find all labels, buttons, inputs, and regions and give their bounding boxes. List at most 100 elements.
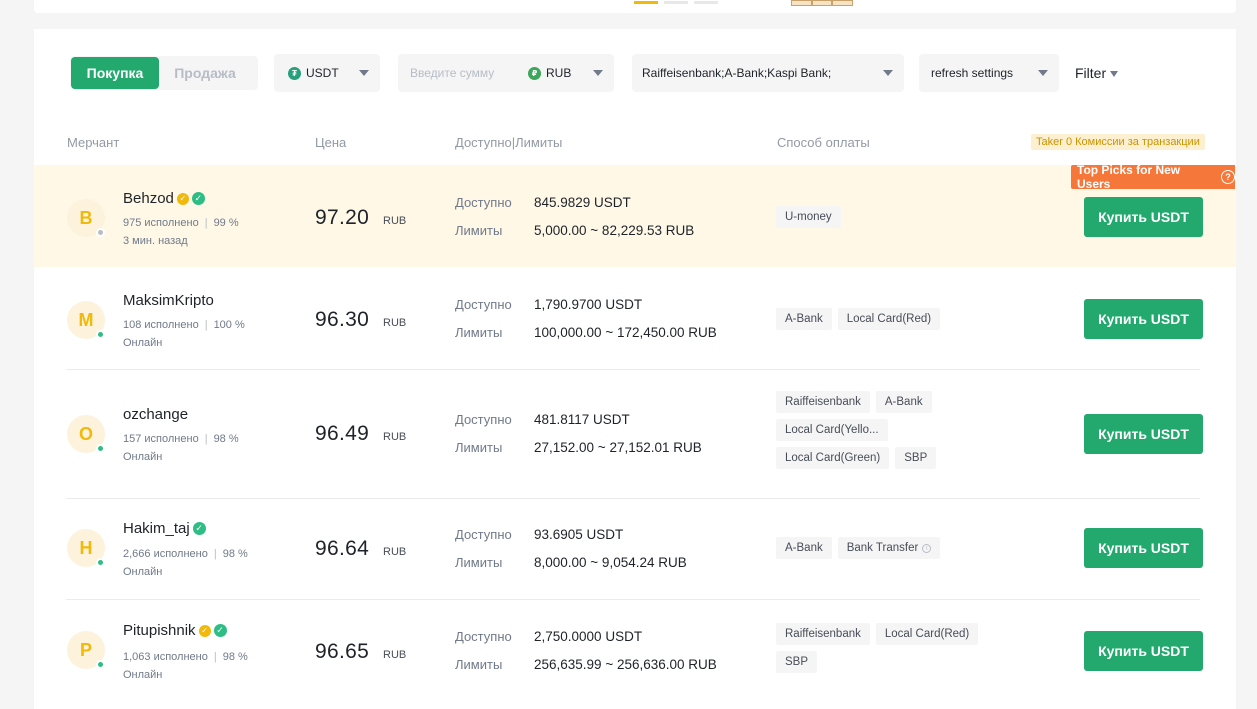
crypto-select-value: USDT bbox=[306, 66, 339, 80]
price-value: 96.49 bbox=[315, 422, 370, 445]
payment-tag: SBP bbox=[776, 651, 818, 673]
merchant-stats: 2,666 исполнено | 98 % bbox=[123, 548, 248, 560]
limits-value: 256,635.99 ~ 256,636.00 RUB bbox=[534, 657, 717, 672]
fiat-select[interactable]: ₽ RUB bbox=[528, 66, 571, 80]
limits-label: Лимиты bbox=[455, 440, 503, 455]
chevron-down-icon[interactable] bbox=[593, 70, 603, 76]
buy-usdt-button[interactable]: Купить USDT bbox=[1084, 414, 1203, 454]
payment-tag: A-Bank bbox=[776, 537, 832, 559]
status-dot bbox=[96, 444, 105, 453]
merchant-status: 3 мин. назад bbox=[123, 235, 188, 247]
payment-tag: U-money bbox=[776, 206, 841, 228]
buy-usdt-button[interactable]: Купить USDT bbox=[1084, 528, 1203, 568]
table-row: M MaksimKripto 108 исполнено | 100 % Онлай… bbox=[34, 267, 1236, 369]
merchant-status: Онлайн bbox=[123, 566, 163, 578]
shield-check-icon: ✓ bbox=[191, 192, 205, 205]
carousel-dots[interactable] bbox=[634, 1, 718, 4]
status-dot bbox=[96, 660, 105, 669]
merchant-name[interactable]: MaksimKripto bbox=[123, 292, 214, 309]
merchant-name-text[interactable]: ozchange bbox=[123, 406, 188, 423]
table-row: P Pitupishnik ✓ ✓ 1,063 исполнено | 98 % О… bbox=[34, 600, 1236, 705]
header-payment-method: Способ оплаты bbox=[777, 135, 870, 150]
avatar[interactable]: O bbox=[67, 415, 105, 453]
available-label: Доступно bbox=[455, 527, 512, 542]
verified-merchant-icon: ✓ bbox=[176, 192, 189, 205]
merchant-name[interactable]: Hakim_taj ✓ bbox=[123, 520, 206, 537]
top-picks-label: Top Picks for New Users bbox=[1077, 163, 1181, 191]
carousel-dot[interactable] bbox=[694, 1, 718, 4]
price-currency: RUB bbox=[383, 215, 407, 227]
p2p-panel: Покупка Продажа ₮ USDT ₽ RUB Raiffeisenb… bbox=[34, 29, 1236, 709]
trade-side-toggle: Покупка Продажа bbox=[70, 56, 258, 90]
status-dot bbox=[96, 330, 105, 339]
refresh-select-value: refresh settings bbox=[931, 66, 1014, 80]
chevron-down-icon bbox=[883, 70, 893, 76]
merchant-name[interactable]: ozchange bbox=[123, 406, 188, 423]
help-icon[interactable]: ? bbox=[1221, 170, 1235, 184]
payment-tag: SBP bbox=[895, 447, 937, 469]
payment-tag: Local Card(Red) bbox=[837, 308, 941, 330]
price-value: 97.20 bbox=[315, 206, 370, 229]
payment-methods: Raiffeisenbank Local Card(Red) SBP bbox=[776, 623, 996, 673]
payment-tag: Raiffeisenbank bbox=[776, 391, 870, 413]
carousel-dot[interactable] bbox=[664, 1, 688, 4]
available-value: 481.8117 USDT bbox=[534, 412, 630, 427]
banner-thumbnail bbox=[791, 0, 854, 6]
buy-usdt-button[interactable]: Купить USDT bbox=[1084, 197, 1203, 237]
carousel-dot[interactable] bbox=[634, 1, 658, 4]
payment-bank-select[interactable]: Raiffeisenbank;A-Bank;Kaspi Bank; bbox=[632, 54, 904, 92]
avatar[interactable]: H bbox=[67, 529, 105, 567]
payment-tag: Local Card(Red) bbox=[875, 623, 979, 645]
price-value: 96.64 bbox=[315, 537, 370, 560]
buy-usdt-button[interactable]: Купить USDT bbox=[1084, 299, 1203, 339]
info-icon[interactable]: i bbox=[922, 543, 932, 553]
buy-usdt-button[interactable]: Купить USDT bbox=[1084, 631, 1203, 671]
sell-tab[interactable]: Продажа bbox=[161, 57, 249, 89]
merchant-name-text[interactable]: MaksimKripto bbox=[123, 292, 214, 309]
merchant-name-text[interactable]: Pitupishnik bbox=[123, 622, 196, 639]
merchant-stats: 975 исполнено | 99 % bbox=[123, 217, 239, 229]
caret-down-icon bbox=[1110, 70, 1119, 77]
status-dot bbox=[96, 228, 105, 237]
buy-tab[interactable]: Покупка bbox=[71, 57, 159, 89]
merchant-name-text[interactable]: Behzod bbox=[123, 190, 174, 207]
refresh-select[interactable]: refresh settings bbox=[919, 54, 1059, 92]
shield-check-icon: ✓ bbox=[192, 522, 206, 535]
rub-icon: ₽ bbox=[528, 66, 541, 80]
payment-methods: A-Bank Bank Transfer i bbox=[776, 537, 1006, 559]
top-strip bbox=[34, 0, 1236, 13]
payment-tag: Local Card(Green) bbox=[776, 447, 890, 469]
payment-tag: A-Bank bbox=[875, 391, 932, 413]
price-value: 96.65 bbox=[315, 640, 370, 663]
table-row: B Behzod ✓ ✓ 975 исполнено | 99 % 3 мин. н… bbox=[34, 165, 1236, 267]
taker-fee-badge: Taker 0 Комиссии за транзакции bbox=[1031, 134, 1205, 150]
payment-methods: A-Bank Local Card(Red) bbox=[776, 308, 1006, 330]
avatar[interactable]: B bbox=[67, 199, 105, 237]
limits-label: Лимиты bbox=[455, 555, 503, 570]
payment-bank-select-value: Raiffeisenbank;A-Bank;Kaspi Bank; bbox=[642, 66, 832, 80]
payment-methods: Raiffeisenbank A-Bank Local Card(Yello..… bbox=[776, 391, 946, 469]
amount-input[interactable] bbox=[410, 66, 528, 80]
available-value: 2,750.0000 USDT bbox=[534, 629, 643, 644]
table-row: H Hakim_taj ✓ 2,666 исполнено | 98 % Онлай… bbox=[34, 499, 1236, 599]
merchant-name[interactable]: Behzod ✓ ✓ bbox=[123, 190, 205, 207]
chevron-down-icon bbox=[1038, 70, 1048, 76]
limits-value: 27,152.00 ~ 27,152.01 RUB bbox=[534, 440, 702, 455]
available-label: Доступно bbox=[455, 629, 512, 644]
filter-button[interactable]: Filter bbox=[1075, 65, 1119, 81]
limits-label: Лимиты bbox=[455, 325, 503, 340]
price-currency: RUB bbox=[383, 649, 407, 661]
crypto-select[interactable]: ₮ USDT bbox=[274, 54, 380, 92]
available-value: 93.6905 USDT bbox=[534, 527, 624, 542]
limits-value: 100,000.00 ~ 172,450.00 RUB bbox=[534, 325, 717, 340]
filter-label: Filter bbox=[1075, 65, 1107, 81]
available-value: 845.9829 USDT bbox=[534, 195, 631, 210]
merchant-name-text[interactable]: Hakim_taj bbox=[123, 520, 190, 537]
usdt-icon: ₮ bbox=[288, 66, 301, 80]
header-merchant: Мерчант bbox=[67, 135, 120, 150]
merchant-name[interactable]: Pitupishnik ✓ ✓ bbox=[123, 622, 227, 639]
price-currency: RUB bbox=[383, 546, 407, 558]
avatar[interactable]: P bbox=[67, 631, 105, 669]
top-picks-badge[interactable]: Top Picks for New Users ? bbox=[1071, 163, 1235, 191]
avatar[interactable]: M bbox=[67, 301, 105, 339]
